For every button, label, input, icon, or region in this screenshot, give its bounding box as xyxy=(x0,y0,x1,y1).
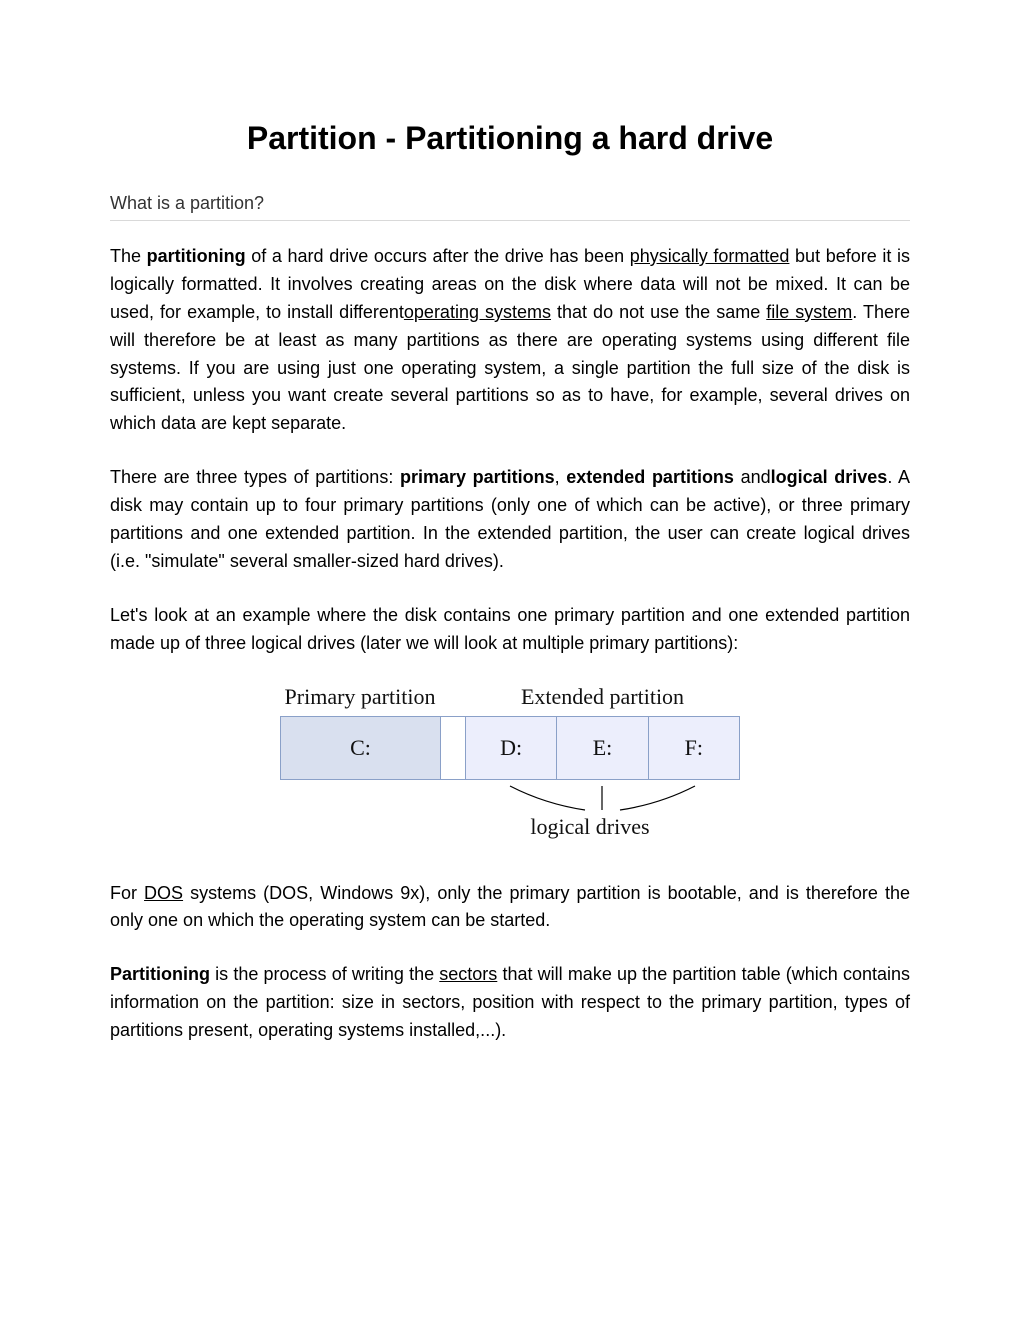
text: systems (DOS, Windows 9x), only the prim… xyxy=(110,883,910,931)
text: that do not use the same xyxy=(551,302,766,322)
paragraph-intro: The partitioning of a hard drive occurs … xyxy=(110,243,910,438)
link-operating-systems[interactable]: operating systems xyxy=(404,302,551,322)
text: , xyxy=(555,467,567,487)
paragraph-partitioning-def: Partitioning is the process of writing t… xyxy=(110,961,910,1045)
document-page: Partition - Partitioning a hard drive Wh… xyxy=(0,0,1020,1320)
bold-partitioning: Partitioning xyxy=(110,964,210,984)
bold-logical-drives: logical drives xyxy=(771,467,888,487)
diagram-label-primary: Primary partition xyxy=(280,684,440,710)
diagram-sub-label: logical drives xyxy=(440,814,740,840)
bold-partitioning: partitioning xyxy=(147,246,246,266)
paragraph-dos: For DOS systems (DOS, Windows 9x), only … xyxy=(110,880,910,936)
text: For xyxy=(110,883,144,903)
link-sectors[interactable]: sectors xyxy=(439,964,497,984)
diagram-label-extended: Extended partition xyxy=(465,684,740,710)
diagram-label-spacer xyxy=(440,684,465,710)
diagram-boxes: C: D: E: F: xyxy=(280,716,740,780)
partition-diagram: Primary partition Extended partition C: … xyxy=(280,684,740,840)
paragraph-types: There are three types of partitions: pri… xyxy=(110,464,910,576)
link-physically-formatted[interactable]: physically formatted xyxy=(630,246,790,266)
text: and xyxy=(734,467,771,487)
text: The xyxy=(110,246,147,266)
text: There are three types of partitions: xyxy=(110,467,400,487)
text: is the process of writing the xyxy=(210,964,439,984)
diagram-logical-cell: F: xyxy=(649,717,739,779)
bold-extended-partitions: extended partitions xyxy=(566,467,734,487)
page-title: Partition - Partitioning a hard drive xyxy=(110,120,910,157)
diagram-headers: Primary partition Extended partition xyxy=(280,684,740,710)
diagram-connectors xyxy=(280,784,740,814)
text: of a hard drive occurs after the drive h… xyxy=(246,246,630,266)
diagram-primary-cell: C: xyxy=(281,717,441,779)
paragraph-example-intro: Let's look at an example where the disk … xyxy=(110,602,910,658)
connector-lines-icon xyxy=(465,784,740,814)
link-dos[interactable]: DOS xyxy=(144,883,183,903)
diagram-logical-cell: D: xyxy=(466,717,557,779)
diagram-logical-cell: E: xyxy=(557,717,648,779)
diagram-gap-cell xyxy=(441,717,466,779)
link-file-system[interactable]: file system xyxy=(766,302,852,322)
section-heading: What is a partition? xyxy=(110,193,910,221)
bold-primary-partitions: primary partitions xyxy=(400,467,555,487)
